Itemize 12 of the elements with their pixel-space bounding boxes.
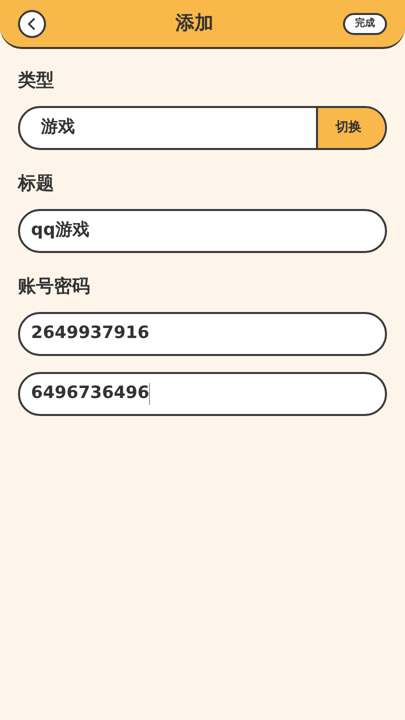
section-label: 账号密码 <box>18 275 91 299</box>
done-button[interactable]: 完成 <box>343 12 387 34</box>
back-button[interactable] <box>18 10 46 38</box>
switch-button[interactable]: 切换 <box>316 108 385 148</box>
type-field[interactable]: 游戏 切换 <box>18 106 387 150</box>
section-label: 标题 <box>18 172 55 196</box>
section-label: 类型 <box>18 69 55 93</box>
back-icon <box>26 16 38 30</box>
input-field[interactable]: 6496736496 <box>18 372 387 416</box>
input-field[interactable]: 2649937916 <box>18 312 387 356</box>
page-title: 添加 <box>176 11 214 36</box>
input-field[interactable]: qq游戏 <box>18 209 387 253</box>
